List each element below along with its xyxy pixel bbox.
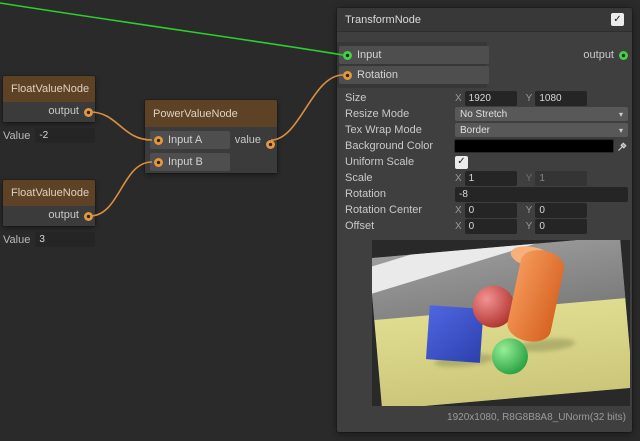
x-axis-label: X (455, 221, 462, 232)
size-x-input[interactable] (465, 91, 517, 106)
background-color-row: Background Color (345, 138, 628, 154)
float1-value-input[interactable] (35, 128, 95, 143)
input-port[interactable] (343, 51, 352, 60)
node-header[interactable]: PowerValueNode (145, 100, 277, 127)
node-title: FloatValueNode (11, 83, 89, 95)
node-enabled-checkbox[interactable]: ✓ (611, 13, 624, 26)
node-header[interactable]: TransformNode ✓ (337, 8, 632, 32)
chevron-down-icon: ▾ (619, 110, 623, 119)
y-axis-label: Y (526, 221, 533, 232)
node-floatvalue-1[interactable]: FloatValueNode output (3, 76, 95, 122)
node-header[interactable]: FloatValueNode (3, 76, 95, 102)
float2-value-row: Value (3, 231, 95, 248)
offset-label: Offset (345, 220, 455, 232)
output-port-label: output (48, 105, 79, 117)
wire-input-connection[interactable] (0, 3, 343, 55)
background-color-label: Background Color (345, 140, 455, 152)
wire-float1-to-inputA[interactable] (90, 112, 152, 140)
node-floatvalue-2[interactable]: FloatValueNode output (3, 180, 95, 226)
wire-power-to-rotation[interactable] (271, 75, 343, 140)
node-title: PowerValueNode (153, 108, 238, 120)
input-a-port[interactable] (154, 136, 163, 145)
rotation-port[interactable] (343, 71, 352, 80)
input-a-port-row[interactable]: Input A (150, 131, 230, 149)
eyedropper-icon[interactable] (616, 140, 628, 152)
size-y-input[interactable] (535, 91, 587, 106)
texture-info-text: 1920x1080, R8G8B8A8_UNorm(32 bits) (345, 412, 626, 423)
offset-row: Offset X Y (345, 218, 628, 234)
preview-image (372, 240, 630, 406)
scale-label: Scale (345, 172, 455, 184)
rotation-center-x-input[interactable] (465, 203, 517, 218)
size-label: Size (345, 92, 455, 104)
node-body: Input A Input B value (145, 127, 277, 173)
rotation-center-y-input[interactable] (535, 203, 587, 218)
node-powervalue[interactable]: PowerValueNode Input A Input B value (145, 100, 277, 173)
node-transform[interactable]: TransformNode ✓ Input Rotation output Si… (337, 8, 632, 432)
tex-wrap-mode-row: Tex Wrap Mode Border ▾ (345, 122, 628, 138)
output-port[interactable] (84, 212, 93, 221)
input-b-port-row[interactable]: Input B (150, 153, 230, 171)
node-body: output (3, 102, 95, 122)
scale-row: Scale X Y (345, 170, 628, 186)
tex-wrap-mode-dropdown[interactable]: Border ▾ (455, 123, 628, 137)
x-axis-label: X (455, 173, 462, 184)
scale-y-input (535, 171, 587, 186)
scale-x-input[interactable] (465, 171, 517, 186)
rotation-row: Rotation (345, 186, 628, 202)
y-axis-label: Y (526, 205, 533, 216)
rotation-port-label: Rotation (357, 69, 398, 81)
dropdown-value: Border (460, 125, 490, 136)
float1-value-row: Value (3, 127, 95, 144)
input-b-label: Input B (168, 156, 203, 168)
dropdown-value: No Stretch (460, 109, 507, 120)
output-port-label: output (48, 209, 79, 221)
value-port-label: value (235, 134, 261, 146)
offset-y-input[interactable] (535, 219, 587, 234)
rotation-input[interactable] (455, 187, 628, 202)
wire-float2-to-inputB[interactable] (90, 162, 152, 216)
x-axis-label: X (455, 93, 462, 104)
y-axis-label: Y (526, 93, 533, 104)
node-body: output (3, 206, 95, 226)
rotation-port-row[interactable]: Rotation (339, 66, 489, 84)
uniform-scale-row: Uniform Scale ✓ (345, 154, 628, 170)
float2-value-input[interactable] (35, 232, 95, 247)
node-graph-canvas[interactable]: FloatValueNode output Value FloatValueNo… (0, 0, 640, 441)
output-port[interactable] (84, 108, 93, 117)
value-label: Value (3, 130, 30, 142)
output-port-row: output (583, 46, 632, 64)
input-b-port[interactable] (154, 158, 163, 167)
preview-rotated-texture (372, 240, 630, 406)
uniform-scale-checkbox[interactable]: ✓ (455, 156, 468, 169)
value-port[interactable] (266, 140, 275, 149)
node-title: TransformNode (345, 14, 421, 26)
input-ports-area: Input Rotation (337, 42, 487, 88)
rotation-center-row: Rotation Center X Y (345, 202, 628, 218)
input-port-row[interactable]: Input (339, 46, 489, 64)
node-header[interactable]: FloatValueNode (3, 180, 95, 206)
output-port[interactable] (619, 51, 628, 60)
y-axis-label: Y (526, 173, 533, 184)
size-row: Size X Y (345, 90, 628, 106)
rotation-center-label: Rotation Center (345, 204, 455, 216)
output-port-label: output (583, 49, 614, 61)
rotation-label: Rotation (345, 188, 455, 200)
background-color-swatch[interactable] (455, 140, 613, 152)
resize-mode-row: Resize Mode No Stretch ▾ (345, 106, 628, 122)
input-a-label: Input A (168, 134, 202, 146)
check-icon: ✓ (613, 15, 621, 25)
resize-mode-dropdown[interactable]: No Stretch ▾ (455, 107, 628, 121)
input-port-label: Input (357, 49, 381, 61)
value-label: Value (3, 234, 30, 246)
uniform-scale-label: Uniform Scale (345, 156, 455, 168)
tex-wrap-mode-label: Tex Wrap Mode (345, 124, 455, 136)
node-title: FloatValueNode (11, 187, 89, 199)
x-axis-label: X (455, 205, 462, 216)
resize-mode-label: Resize Mode (345, 108, 455, 120)
check-icon: ✓ (457, 157, 465, 167)
chevron-down-icon: ▾ (619, 126, 623, 135)
offset-x-input[interactable] (465, 219, 517, 234)
